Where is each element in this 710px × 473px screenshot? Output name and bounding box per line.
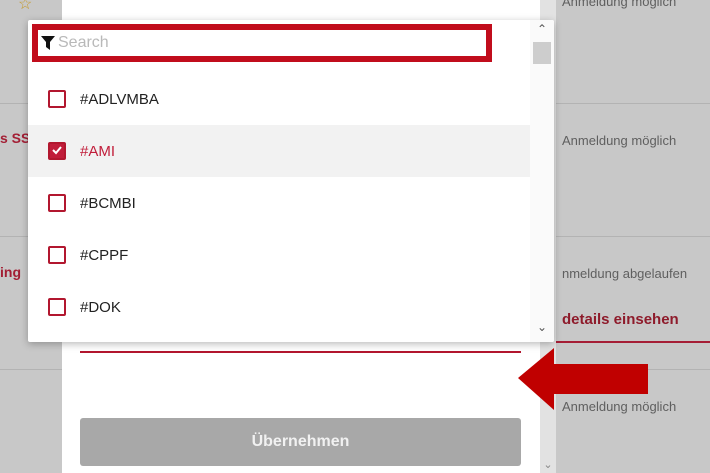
option-item[interactable]: #DOK — [28, 281, 530, 333]
filter-dropdown: #ADLVMBA #AMI #BCMBI #CPPF #DOK ⌃ ⌄ — [28, 20, 554, 342]
checkbox[interactable] — [48, 246, 66, 264]
option-item[interactable]: #AMI — [28, 125, 530, 177]
option-list: #ADLVMBA #AMI #BCMBI #CPPF #DOK — [28, 73, 530, 333]
checkbox-checked[interactable] — [48, 142, 66, 160]
scroll-up-icon[interactable]: ⌃ — [530, 22, 554, 36]
details-link[interactable]: details einsehen — [562, 311, 679, 328]
scroll-down-icon[interactable]: ⌄ — [530, 320, 554, 334]
annotation-arrow-icon — [518, 348, 648, 410]
status-text: nmeldung abgelaufen — [562, 266, 688, 281]
option-item[interactable]: #BCMBI — [28, 177, 530, 229]
status-text: Anmeldung möglich — [562, 0, 677, 9]
search-box[interactable] — [32, 24, 492, 62]
apply-button[interactable]: Übernehmen — [80, 418, 521, 466]
option-item[interactable]: #ADLVMBA — [28, 73, 530, 125]
option-label: #BCMBI — [80, 194, 136, 212]
checkmark-icon — [52, 146, 62, 155]
status-text: Anmeldung möglich — [562, 133, 677, 148]
course-title-fragment[interactable]: ing — [0, 264, 21, 280]
option-label: #AMI — [80, 142, 116, 160]
checkbox[interactable] — [48, 298, 66, 316]
scroll-down-icon[interactable]: ⌄ — [540, 458, 556, 471]
star-icon: ☆ — [18, 0, 33, 13]
option-item[interactable]: #CPPF — [28, 229, 530, 281]
select-underline — [80, 351, 521, 353]
option-label: #ADLVMBA — [80, 90, 159, 108]
scroll-thumb[interactable] — [533, 42, 551, 64]
dropdown-scrollbar[interactable]: ⌃ ⌄ — [530, 20, 554, 342]
checkbox[interactable] — [48, 90, 66, 108]
details-link-underline — [556, 341, 710, 343]
option-label: #CPPF — [80, 246, 129, 264]
option-label: #DOK — [80, 298, 121, 316]
course-title-fragment[interactable]: s SS — [0, 130, 30, 146]
checkbox[interactable] — [48, 194, 66, 212]
search-input[interactable] — [58, 34, 438, 52]
filter-icon — [41, 36, 55, 50]
